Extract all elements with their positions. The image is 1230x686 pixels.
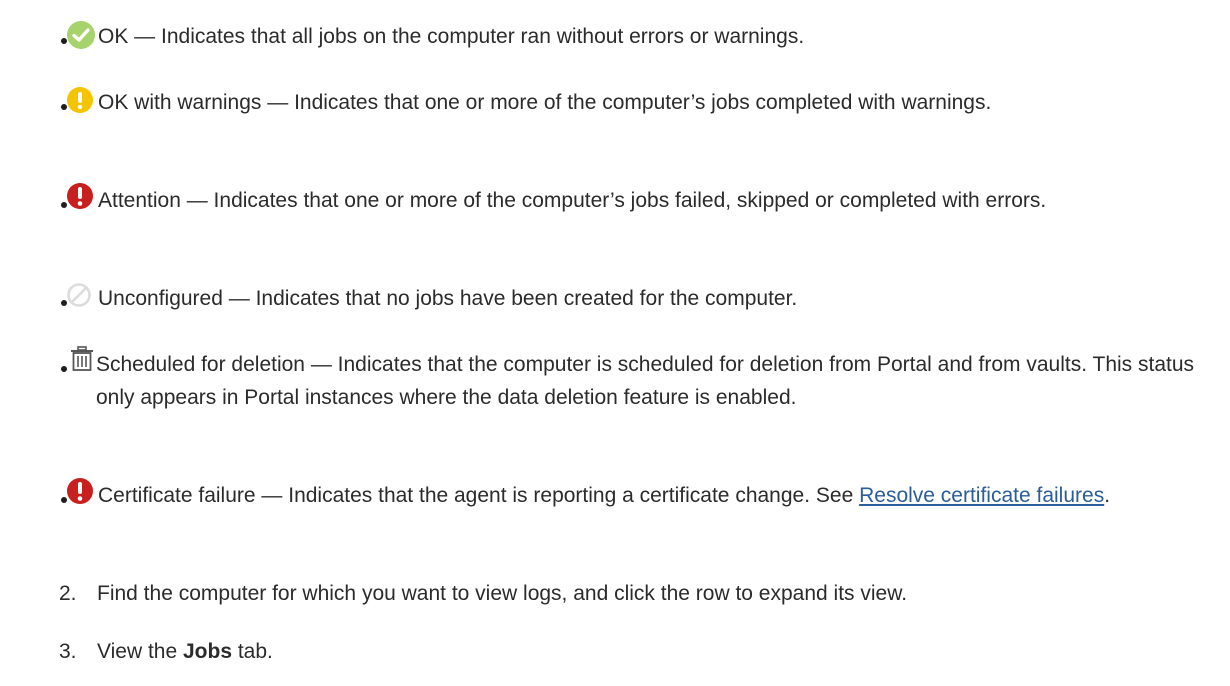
bullet-scheduled-for-deletion: Scheduled for deletion — Indicates that … bbox=[61, 346, 1220, 414]
certificate-failure-icon bbox=[66, 477, 94, 505]
warning-icon bbox=[66, 86, 94, 114]
bullet-text: Certificate failure — Indicates that the… bbox=[98, 484, 860, 507]
bullet-ok: OK — Indicates that all jobs on the comp… bbox=[61, 20, 1220, 53]
bullet-unconfigured: Unconfigured — Indicates that no jobs ha… bbox=[61, 282, 1220, 315]
bullet-suffix: . bbox=[1104, 484, 1111, 507]
bullet-text: Unconfigured — Indicates that no jobs ha… bbox=[98, 287, 798, 310]
bullet-text-wrapper: Certificate failure — Indicates that the… bbox=[96, 479, 1220, 512]
step-text-prefix: View the bbox=[97, 640, 183, 663]
bullet-ok-with-warnings: OK with warnings — Indicates that one or… bbox=[61, 86, 1220, 119]
bullet-text: Attention — Indicates that one or more o… bbox=[98, 189, 1047, 212]
bullet-dot bbox=[61, 366, 67, 372]
step-number: 3. bbox=[59, 640, 77, 663]
attention-icon bbox=[66, 182, 94, 210]
check-circle-icon bbox=[66, 20, 96, 50]
bullet-text: Scheduled for deletion — Indicates that … bbox=[96, 353, 1195, 409]
bullet-attention: Attention — Indicates that one or more o… bbox=[61, 183, 1220, 217]
trash-icon bbox=[70, 346, 94, 372]
resolve-certificate-failures-link[interactable]: Resolve certificate failures bbox=[859, 484, 1104, 507]
step-text-suffix: tab. bbox=[232, 640, 273, 663]
bullet-text: OK with warnings — Indicates that one or… bbox=[98, 91, 992, 114]
bullet-text: OK — Indicates that all jobs on the comp… bbox=[98, 25, 805, 48]
unconfigured-icon bbox=[66, 282, 92, 308]
step-text: Find the computer for which you want to … bbox=[97, 582, 908, 605]
bullet-certificate-failure: Certificate failure — Indicates that the… bbox=[61, 478, 1220, 512]
step-number: 2. bbox=[59, 582, 77, 605]
jobs-tab-label: Jobs bbox=[183, 640, 233, 663]
step-text: View the Jobs tab. bbox=[97, 635, 273, 668]
